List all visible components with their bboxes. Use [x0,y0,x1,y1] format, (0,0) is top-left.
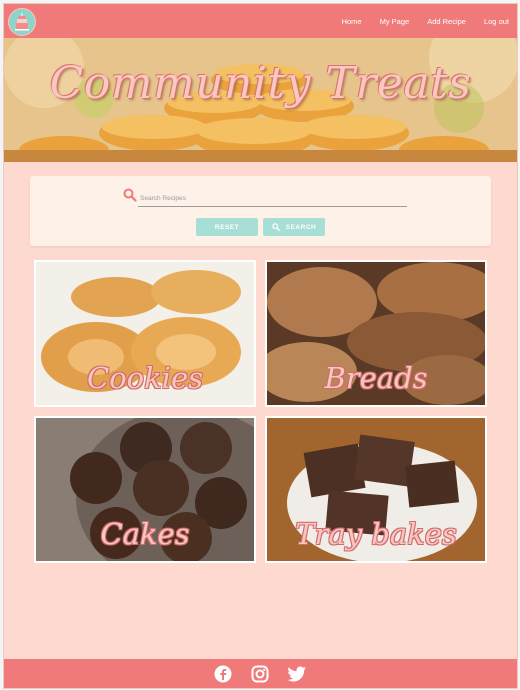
site-logo[interactable] [8,8,36,36]
nav-my-page-link[interactable]: My Page [380,17,410,26]
search-button[interactable]: SEARCH [263,218,325,236]
category-label-tray-bakes: Tray bakes [295,517,457,551]
nav-add-recipe-link[interactable]: Add Recipe [427,17,466,26]
nav-links: Home My Page Add Recipe Log out [324,4,509,38]
cake-icon [15,13,29,31]
category-card-breads[interactable]: Breads [265,260,487,407]
category-card-cookies[interactable]: Cookies [34,260,256,407]
category-card-tray-bakes[interactable]: Tray bakes [265,416,487,563]
reset-button-label: RESET [214,223,240,231]
page: Home My Page Add Recipe Log out Communit… [3,3,518,689]
category-label-cookies: Cookies [87,361,203,395]
instagram-icon[interactable] [251,665,269,683]
search-icon [123,188,137,202]
search-card: RESET SEARCH [30,176,491,246]
search-button-icon [272,223,280,231]
category-card-cakes[interactable]: Cakes [34,416,256,563]
search-input[interactable] [138,190,407,207]
nav-logout-link[interactable]: Log out [484,17,509,26]
category-label-breads: Breads [324,361,428,395]
search-button-label: SEARCH [285,223,317,231]
hero-banner: Community Treats [4,38,517,162]
twitter-icon[interactable] [287,665,307,683]
navbar: Home My Page Add Recipe Log out [4,4,517,38]
nav-home-link[interactable]: Home [342,17,362,26]
category-label-cakes: Cakes [100,517,190,551]
facebook-icon[interactable] [214,665,232,683]
hero-title: Community Treats [49,58,472,109]
footer [4,659,517,688]
reset-button[interactable]: RESET [196,218,258,236]
